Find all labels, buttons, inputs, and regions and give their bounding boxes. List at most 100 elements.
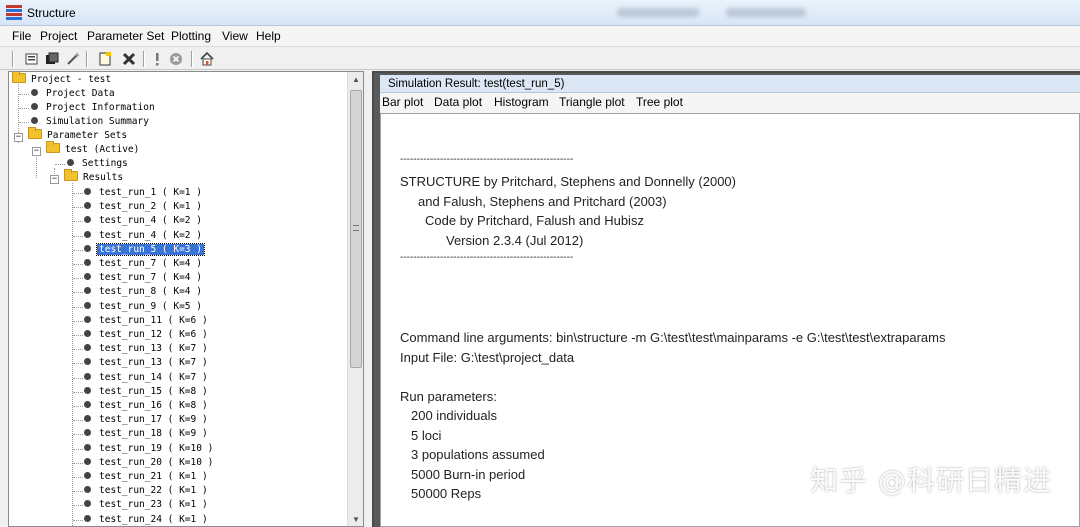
- tree-node-run[interactable]: test_run_9 ( K=5 ): [84, 300, 204, 314]
- tree-node-run[interactable]: test_run_19 ( K=10 ): [84, 442, 215, 456]
- run-icon[interactable]: [148, 50, 166, 68]
- toolbar: [0, 46, 1080, 70]
- project-tree: Project - test Project Data Project Info…: [9, 72, 349, 526]
- tree-node-run[interactable]: test_run_4 ( K=2 ): [84, 214, 204, 228]
- delete-icon[interactable]: [120, 50, 138, 68]
- tree-node-run[interactable]: test_run_23 ( K=1 ): [84, 498, 210, 512]
- tree-connector: [73, 236, 83, 237]
- tree-node-run[interactable]: test_run_21 ( K=1 ): [84, 470, 210, 484]
- folder-open-icon: [64, 169, 78, 181]
- new-project-icon[interactable]: [23, 50, 41, 68]
- menu-parameter-set[interactable]: Parameter Set: [87, 29, 164, 43]
- result-divider-line: ----------------------------------------…: [400, 154, 574, 165]
- run-parameter: 3 populations assumed: [411, 447, 545, 462]
- tree-connector: [73, 278, 83, 279]
- tree-node-run[interactable]: test_run_20 ( K=10 ): [84, 456, 215, 470]
- collapse-toggle-icon[interactable]: −: [32, 147, 41, 156]
- scrollbar-grip-icon: [353, 225, 359, 231]
- run-parameters-heading: Run parameters:: [400, 389, 497, 404]
- new-parameter-set-icon[interactable]: [96, 50, 114, 68]
- tree-node-run[interactable]: test_run_13 ( K=7 ): [84, 342, 210, 356]
- menu-bar-plot[interactable]: Bar plot: [382, 95, 423, 109]
- tree-node-run[interactable]: test_run_15 ( K=8 ): [84, 385, 210, 399]
- menu-file[interactable]: File: [12, 29, 31, 43]
- menu-histogram[interactable]: Histogram: [494, 95, 549, 109]
- leaf-bullet-icon: [84, 458, 91, 465]
- input-file-line: Input File: G:\test\project_data: [400, 350, 575, 365]
- menu-tree-plot[interactable]: Tree plot: [636, 95, 683, 109]
- tree-node-run[interactable]: test_run_18 ( K=9 ): [84, 427, 210, 441]
- tree-node-run[interactable]: test_run_16 ( K=8 ): [84, 399, 210, 413]
- tree-node-parameter-sets[interactable]: Parameter Sets: [28, 127, 129, 143]
- tree-node-run[interactable]: test_run_4 ( K=2 ): [84, 229, 204, 243]
- tree-node-run[interactable]: test_run_17 ( K=9 ): [84, 413, 210, 427]
- run-parameter: 200 individuals: [411, 408, 498, 423]
- tree-node-run[interactable]: test_run_7 ( K=4 ): [84, 271, 204, 285]
- leaf-bullet-icon: [84, 302, 91, 309]
- leaf-bullet-icon: [84, 287, 91, 294]
- tree-connector: [73, 520, 83, 521]
- scroll-down-arrow-icon[interactable]: ▼: [348, 512, 363, 526]
- tree-node-results[interactable]: Results: [64, 169, 125, 185]
- toolbar-separator: [12, 51, 14, 67]
- tree-node-run[interactable]: test_run_7 ( K=4 ): [84, 257, 204, 271]
- stop-icon[interactable]: [167, 50, 185, 68]
- tree-node-active-set[interactable]: test (Active): [46, 141, 141, 157]
- scrollbar-thumb[interactable]: [350, 90, 362, 368]
- tree-node-run[interactable]: test_run_2 ( K=1 ): [84, 200, 204, 214]
- tree-node-run[interactable]: test_run_22 ( K=1 ): [84, 484, 210, 498]
- menu-data-plot[interactable]: Data plot: [434, 95, 482, 109]
- leaf-bullet-icon: [84, 259, 91, 266]
- leaf-bullet-icon: [84, 316, 91, 323]
- collapse-toggle-icon[interactable]: −: [50, 175, 59, 184]
- project-tree-pane: Project - test Project Data Project Info…: [8, 71, 364, 527]
- tree-node-run[interactable]: test_run_13 ( K=7 ): [84, 356, 210, 370]
- menu-bar: File Project Parameter Set Plotting View…: [0, 26, 1080, 46]
- tree-connector: [73, 477, 83, 478]
- run-parameter: 5000 Burn-in period: [411, 467, 526, 482]
- tree-node-run[interactable]: test_run_12 ( K=6 ): [84, 328, 210, 342]
- leaf-bullet-icon: [84, 344, 91, 351]
- result-header-line: and Falush, Stephens and Pritchard (2003…: [418, 194, 667, 209]
- open-project-icon[interactable]: [43, 50, 61, 68]
- folder-open-icon: [46, 141, 60, 153]
- scroll-up-arrow-icon[interactable]: ▲: [348, 72, 363, 88]
- menu-view[interactable]: View: [222, 29, 248, 43]
- tree-connector: [73, 378, 83, 379]
- tree-node-project-information[interactable]: Project Information: [31, 101, 157, 115]
- tree-node-project[interactable]: Project - test: [12, 72, 113, 87]
- collapse-toggle-icon[interactable]: −: [14, 133, 23, 142]
- menu-plotting[interactable]: Plotting: [171, 29, 211, 43]
- tree-connector: [55, 164, 65, 165]
- home-icon[interactable]: [198, 50, 216, 68]
- menu-triangle-plot[interactable]: Triangle plot: [559, 95, 625, 109]
- pane-splitter[interactable]: [364, 71, 372, 527]
- tree-node-run[interactable]: test_run_5 ( K=3 ): [84, 243, 205, 257]
- wand-icon[interactable]: [64, 50, 82, 68]
- window-titlebar: Structure: [0, 0, 1080, 26]
- tree-node-run[interactable]: test_run_14 ( K=7 ): [84, 371, 210, 385]
- tree-connector: [72, 183, 73, 526]
- tree-node-run[interactable]: test_run_24 ( K=1 ): [84, 513, 210, 526]
- tree-vertical-scrollbar[interactable]: ▲ ▼: [347, 72, 363, 526]
- tree-node-run[interactable]: test_run_8 ( K=4 ): [84, 285, 204, 299]
- tree-node-run[interactable]: test_run_1 ( K=1 ): [84, 186, 204, 200]
- menu-help[interactable]: Help: [256, 29, 281, 43]
- toolbar-separator: [191, 51, 193, 67]
- leaf-bullet-icon: [84, 500, 91, 507]
- tree-node-simulation-summary[interactable]: Simulation Summary: [31, 115, 151, 129]
- leaf-bullet-icon: [84, 358, 91, 365]
- leaf-bullet-icon: [84, 429, 91, 436]
- run-parameter: 5 loci: [411, 428, 442, 443]
- tree-node-run[interactable]: test_run_11 ( K=6 ): [84, 314, 210, 328]
- tree-node-settings[interactable]: Settings: [67, 157, 130, 171]
- background-window-title: [726, 8, 806, 17]
- tree-connector: [73, 434, 83, 435]
- tree-connector: [73, 307, 83, 308]
- tree-connector: [73, 392, 83, 393]
- tree-connector: [73, 420, 83, 421]
- tree-connector: [73, 505, 83, 506]
- tree-node-project-data[interactable]: Project Data: [31, 87, 117, 101]
- tree-connector: [73, 207, 83, 208]
- menu-project[interactable]: Project: [40, 29, 77, 43]
